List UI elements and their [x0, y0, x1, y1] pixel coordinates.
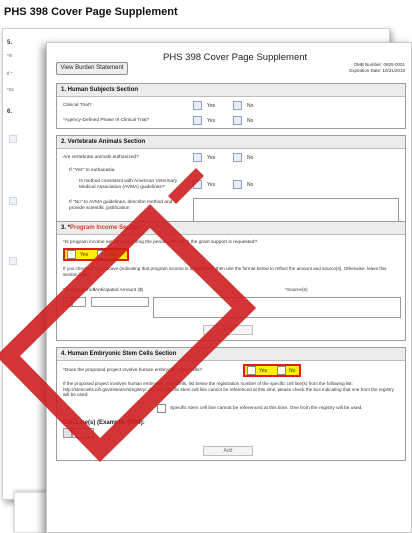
section-header: 3. *Program Income Section	[57, 222, 405, 235]
budget-period-input[interactable]	[72, 297, 86, 307]
euthanized-yes-checkbox[interactable]	[193, 153, 202, 162]
expiration-date: Expiration Date: 10/31/2018	[349, 68, 405, 73]
yes-label: Yes	[207, 155, 216, 161]
back-section-number: 6.	[7, 109, 13, 115]
cell-lines-label: Cell Line(s) (Example: 0004):	[63, 420, 145, 426]
program-income-yes-checkbox[interactable]	[67, 250, 76, 259]
yes-label: Yes	[207, 103, 216, 109]
euthanized-label: Are vertebrate animals euthanized?	[63, 155, 139, 160]
form-title: PHS 398 Cover Page Supplement	[163, 52, 308, 63]
section-header: 2. Vertebrate Animals Section	[57, 136, 405, 149]
no-label: No	[247, 103, 254, 109]
yes-label: Yes	[259, 368, 268, 374]
section-header: 1. Human Subjects Section	[57, 84, 405, 97]
omb-info: OMB Number: 0925-0001 Expiration Date: 1…	[349, 62, 405, 74]
phase-three-no-checkbox[interactable]	[233, 116, 242, 125]
human-embryonic-stem-cells-section: 4. Human Embryonic Stem Cells Section *D…	[56, 347, 406, 461]
no-label: No	[247, 155, 254, 161]
euthanasia-yes-note: If "Yes" to euthanasia	[69, 168, 115, 173]
back-section-number: 5.	[7, 40, 13, 46]
yes-label: Yes	[80, 252, 89, 258]
section-title: Program Income Section	[70, 225, 141, 231]
yes-label: Yes	[207, 118, 216, 124]
back-checkbox	[9, 257, 17, 265]
back-checkbox	[9, 135, 17, 143]
avma-no-checkbox[interactable]	[233, 180, 242, 189]
program-income-no-checkbox[interactable]	[97, 250, 106, 259]
view-burden-statement-button[interactable]: View Burden Statement	[56, 62, 128, 75]
no-label: No	[289, 368, 296, 374]
phase-three-label: *Agency-Defined Phase III Clinical Trial…	[63, 118, 150, 123]
program-income-question: *Is program income anticipated during th…	[63, 240, 258, 245]
back-snippet: *Sc	[7, 87, 15, 92]
avma-justification-label: If "No" to AVMA guidelines, describe met…	[69, 200, 173, 211]
no-label: No	[247, 182, 254, 188]
cell-line-stepper[interactable]	[63, 428, 72, 438]
section-number: 3. *	[61, 225, 71, 231]
add-program-income-button[interactable]: Add	[203, 325, 253, 335]
human-subjects-section: 1. Human Subjects Section Clinical Trial…	[56, 83, 406, 129]
avma-label: Is method consistent with American Veter…	[79, 179, 178, 190]
back-checkbox	[9, 197, 17, 205]
stem-cells-instructions: If the proposed project involves human e…	[63, 381, 394, 398]
stem-cells-question: *Does the proposed project involve human…	[63, 368, 203, 373]
phase-three-yes-checkbox[interactable]	[193, 116, 202, 125]
anticipated-amount-header: *Anticipated Amount ($)	[93, 288, 144, 293]
clinical-trial-yes-checkbox[interactable]	[193, 101, 202, 110]
euthanized-no-checkbox[interactable]	[233, 153, 242, 162]
program-income-instructions: If you checked "yes" above (indicating t…	[63, 266, 387, 277]
section-header: 4. Human Embryonic Stem Cells Section	[57, 348, 405, 361]
budget-period-stepper[interactable]	[63, 297, 72, 307]
yes-label: Yes	[207, 182, 216, 188]
stem-cell-registry-label: Specific stem cell line cannot be refere…	[170, 406, 363, 411]
cell-line-input[interactable]	[72, 428, 94, 438]
sources-textarea[interactable]	[153, 297, 401, 318]
page-title: PHS 398 Cover Page Supplement	[4, 6, 178, 18]
clinical-trial-no-checkbox[interactable]	[233, 101, 242, 110]
stem-cell-registry-checkbox[interactable]	[157, 404, 166, 413]
budget-period-header: *Budget Period	[63, 288, 96, 293]
stem-cells-no-checkbox[interactable]	[277, 366, 286, 375]
program-income-section: 3. *Program Income Section *Is program i…	[56, 221, 406, 341]
back-snippet: *In	[7, 53, 13, 58]
anticipated-amount-input[interactable]	[91, 297, 149, 307]
form-page: View Burden Statement PHS 398 Cover Page…	[46, 42, 412, 533]
stem-cells-yes-checkbox[interactable]	[247, 366, 256, 375]
clinical-trial-label: Clinical Trial?	[63, 103, 92, 108]
no-label: No	[247, 118, 254, 124]
no-label: No	[110, 252, 117, 258]
add-cell-line-button[interactable]: Add	[203, 446, 253, 456]
back-snippet: If "	[7, 71, 13, 76]
vertebrate-animals-section: 2. Vertebrate Animals Section Are verteb…	[56, 135, 406, 227]
sources-header: *Source(s)	[285, 288, 308, 293]
avma-yes-checkbox[interactable]	[193, 180, 202, 189]
avma-justification-textarea[interactable]	[193, 198, 399, 222]
